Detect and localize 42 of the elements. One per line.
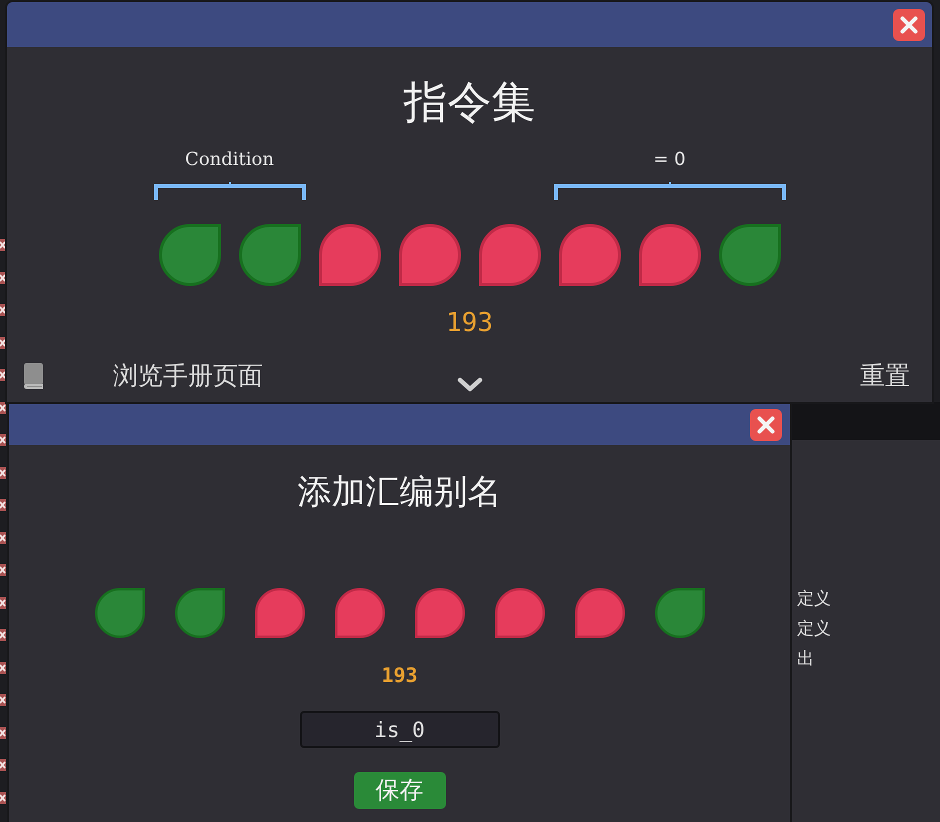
x-mark-icon[interactable] [0, 402, 6, 414]
panel-item[interactable]: 出 [797, 644, 814, 674]
close-icon [757, 416, 775, 434]
decimal-value: 193 [446, 308, 493, 338]
x-mark-icon[interactable] [0, 792, 6, 804]
x-mark-icon[interactable] [0, 532, 6, 544]
x-mark-icon[interactable] [0, 466, 6, 478]
bit-toggle[interactable] [558, 224, 620, 286]
name-field[interactable]: is_0 [300, 711, 500, 748]
bit-toggle[interactable] [158, 224, 220, 286]
bit-toggle[interactable] [638, 224, 700, 286]
panel-item[interactable]: 定义 [797, 614, 831, 644]
bit-toggle[interactable] [238, 224, 300, 286]
close-button[interactable] [893, 8, 925, 40]
x-mark-icon[interactable] [0, 726, 6, 738]
panel-item[interactable]: 定义 [797, 584, 831, 614]
book-icon [23, 363, 44, 389]
close-icon [900, 16, 918, 34]
segment-label: Condition [185, 148, 274, 172]
bit-toggle[interactable] [478, 224, 540, 286]
bit-toggle[interactable] [318, 224, 380, 286]
decimal-value: 193 [381, 663, 418, 687]
bit-toggle[interactable] [174, 588, 224, 638]
dialog-title: 添加汇编别名 [298, 472, 502, 512]
x-mark-icon[interactable] [0, 662, 6, 674]
bit-toggle[interactable] [334, 588, 384, 638]
bit-toggle[interactable] [414, 588, 464, 638]
bit-toggle[interactable] [254, 588, 304, 638]
x-mark-icon[interactable] [0, 596, 6, 608]
manual-link[interactable]: 浏览手册页面 [113, 361, 263, 391]
dialog-title: 指令集 [404, 77, 536, 129]
bit-toggle[interactable] [494, 588, 544, 638]
reset-button[interactable]: 重置 [860, 361, 910, 391]
chevron-down-icon[interactable] [456, 377, 482, 392]
bit-toggle[interactable] [654, 588, 704, 638]
bit-toggle[interactable] [718, 224, 780, 286]
segment-label: = 0 [653, 148, 686, 172]
bit-toggle[interactable] [94, 588, 144, 638]
bit-toggle[interactable] [574, 588, 624, 638]
close-button[interactable] [750, 408, 782, 440]
save-button[interactable]: 保存 [354, 772, 446, 809]
bit-toggle[interactable] [398, 224, 460, 286]
